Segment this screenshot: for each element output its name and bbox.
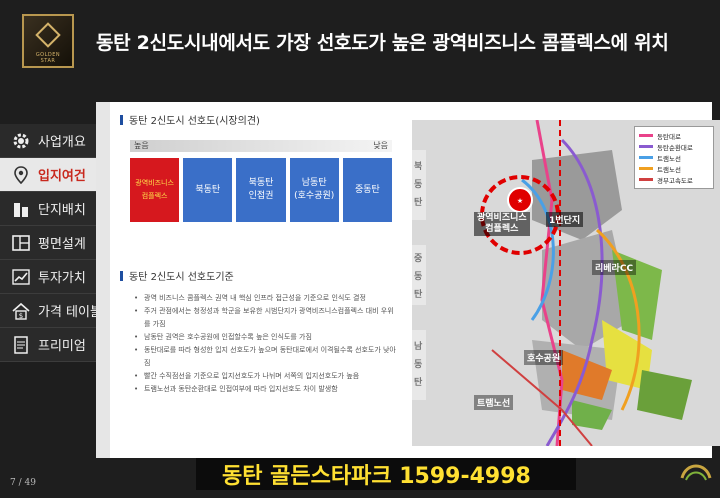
money-house-icon: $ <box>10 300 32 322</box>
legend-item: 트램노선 <box>639 152 709 163</box>
criteria-list: 광역 비즈니스 콤플렉스 권역 내 핵심 인프라 접근성을 기준으로 인식도 결… <box>134 292 396 396</box>
rank-box-north: 북동탄 <box>183 158 233 222</box>
list-item: 동탄대로를 따라 형성한 입지 선호도가 높으며 동탄대로에서 이격될수록 선호… <box>134 344 396 370</box>
sidebar-item-label: 입지여건 <box>38 169 86 184</box>
sidebar-item-price-table[interactable]: $ 가격 테이블 <box>0 294 110 328</box>
floorplan-icon <box>10 232 32 254</box>
preference-scale: 높음 낮음 <box>130 140 392 152</box>
page-number: 7 / 49 <box>10 478 36 488</box>
rank-box-complex: 광역비즈니스 컴플렉스 <box>130 158 180 222</box>
rank-label: 남동탄 (호수공원) <box>294 178 335 201</box>
preference-section-title: 동탄 2신도시 선호도(시장의견) <box>120 112 260 127</box>
sidebar-item-label: 사업개요 <box>38 135 86 150</box>
sidebar-item-layout[interactable]: 단지배치 <box>0 192 110 226</box>
criteria-title-text: 동탄 2신도시 선호도기준 <box>129 272 234 283</box>
map-label-tram: 트램노선 <box>474 395 514 410</box>
presentation-slide: GOLDEN STAR 동탄 2신도시내에서도 가장 선호도가 높은 광역비즈니… <box>0 0 720 498</box>
content-panel: 동탄 2신도시 선호도(시장의견) 높음 낮음 광역비즈니스 컴플렉스 북동탄 … <box>96 102 720 458</box>
sidebar-item-investment[interactable]: 투자가치 <box>0 260 110 294</box>
svg-text:★: ★ <box>517 197 523 205</box>
sidebar-item-overview[interactable]: 사업개요 <box>0 124 110 158</box>
sidebar-item-label: 가격 테이블 <box>38 305 102 320</box>
legend-label: 트램노선 <box>657 165 681 174</box>
list-item: 광역 비즈니스 콤플렉스 권역 내 핵심 인프라 접근성을 기준으로 인식도 결… <box>134 292 396 305</box>
map-label-lake: 호수공원 <box>524 350 564 365</box>
sidebar-item-label: 투자가치 <box>38 271 86 286</box>
legend-item: 경부고속도로 <box>639 174 709 185</box>
legend-label: 동탄대로 <box>657 132 681 141</box>
list-item: 주거 관점에서는 청정성과 학군을 보유한 시범단지가 광역비즈니스컴플렉스 대… <box>134 305 396 331</box>
rank-box-north-adjacent: 북동탄 인접권 <box>236 158 286 222</box>
map-label-block1: 1번단지 <box>546 212 584 227</box>
preference-title-text: 동탄 2신도시 선호도(시장의견) <box>129 116 260 127</box>
legend-item: 동탄순환대로 <box>639 141 709 152</box>
sidebar-item-floorplan[interactable]: 평면설계 <box>0 226 110 260</box>
criteria-section-title: 동탄 2신도시 선호도기준 <box>120 268 234 283</box>
map-label-complex: 광역비즈니스 컴플렉스 <box>474 212 530 236</box>
list-item: 남동탄 권역은 호수공원에 인접할수록 높은 인식도를 가짐 <box>134 331 396 344</box>
scale-high-label: 높음 <box>134 141 149 150</box>
sidebar-item-label: 평면설계 <box>38 237 86 252</box>
header: GOLDEN STAR 동탄 2신도시내에서도 가장 선호도가 높은 광역비즈니… <box>0 0 720 92</box>
list-item: 트램노선과 동탄순환대로 인접여부에 따라 입지선호도 차이 발생함 <box>134 383 396 396</box>
rank-box-middle: 중동탄 <box>342 158 393 222</box>
map-legend: 동탄대로 동탄순환대로 트램노선 트램노선 경부고속도로 <box>634 126 714 189</box>
chart-icon <box>10 266 32 288</box>
document-icon <box>10 334 32 356</box>
sidebar-item-label: 단지배치 <box>38 203 86 218</box>
page-title: 동탄 2신도시내에서도 가장 선호도가 높은 광역비즈니스 콤플렉스에 위치 <box>96 32 669 54</box>
legend-item: 트램노선 <box>639 163 709 174</box>
sidebar-item-label: 프리미엄 <box>38 339 86 354</box>
legend-label: 트램노선 <box>657 154 681 163</box>
location-map: ★ 광역비즈니스 컴플렉스 1번단지 리베라CC 호수공원 트램노선 북 동 탄… <box>412 120 720 446</box>
svg-text:$: $ <box>19 312 23 320</box>
brand-logo: GOLDEN STAR <box>22 14 74 68</box>
gear-icon <box>10 130 32 152</box>
rank-box-south-lake: 남동탄 (호수공원) <box>289 158 339 222</box>
map-label-cc: 리베라CC <box>592 260 637 275</box>
scale-low-label: 낮음 <box>373 141 388 150</box>
sidebar-item-premium[interactable]: 프리미엄 <box>0 328 110 362</box>
list-item: 빨간 수직점선을 기준으로 입지선호도가 나뉘며 서쪽의 입지선호도가 높음 <box>134 370 396 383</box>
legend-label: 동탄순환대로 <box>657 143 693 152</box>
sidebar-item-location[interactable]: 입지여건 <box>0 158 110 192</box>
rank-label: 북동탄 <box>195 184 221 195</box>
rank-label: 광역비즈니스 컴플렉스 <box>135 179 174 200</box>
brand-mark-logo <box>676 456 716 492</box>
map-label-north: 북 동 탄 <box>414 162 423 208</box>
sidebar-nav: 사업개요 입지여건 단지배치 평면설계 투자가치 $ 가격 테이블 프리미엄 <box>0 124 110 362</box>
preference-rank-row: 광역비즈니스 컴플렉스 북동탄 북동탄 인접권 남동탄 (호수공원) 중동탄 <box>130 158 393 222</box>
legend-label: 경부고속도로 <box>657 176 693 185</box>
map-label-middle: 중 동 탄 <box>414 254 423 300</box>
building-icon <box>10 198 32 220</box>
rank-label: 중동탄 <box>354 184 380 195</box>
rank-label: 북동탄 인접권 <box>248 178 274 201</box>
location-icon <box>10 164 32 186</box>
map-label-south: 남 동 탄 <box>414 342 423 388</box>
contact-banner: 동탄 골든스타파크 1599-4998 <box>196 458 576 490</box>
legend-item: 동탄대로 <box>639 130 709 141</box>
